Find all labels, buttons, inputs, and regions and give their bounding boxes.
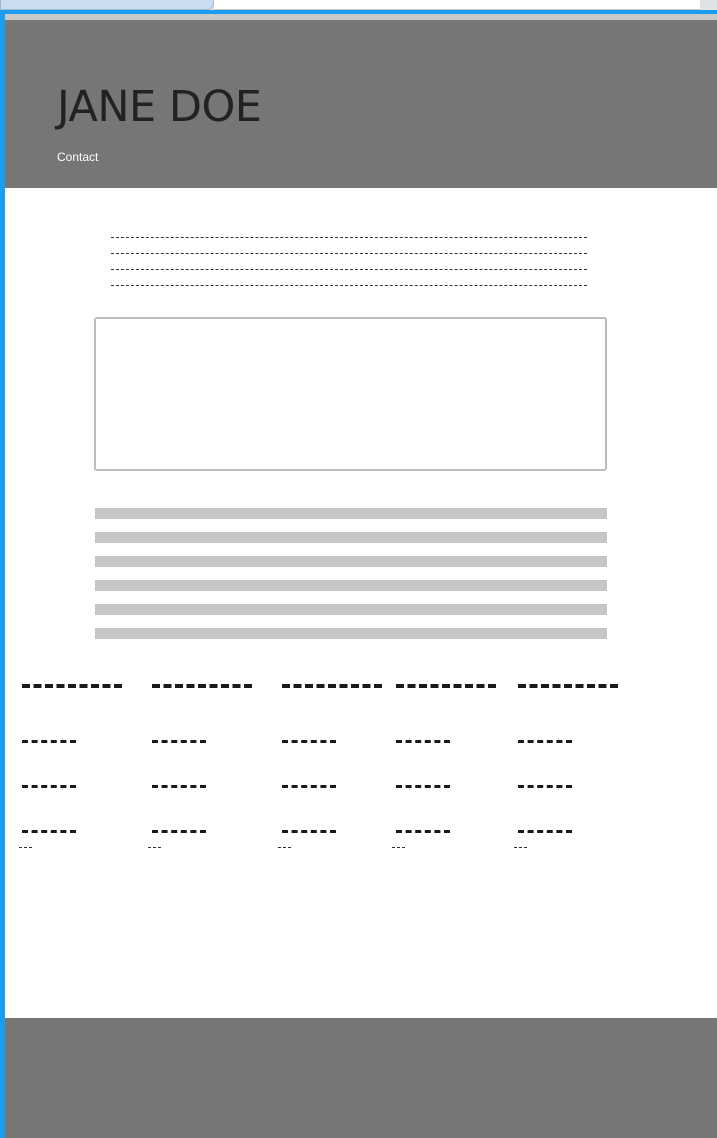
table-note: ----	[392, 847, 405, 849]
site-title: JANE DOE	[57, 82, 262, 132]
table-cell: ----	[282, 830, 336, 836]
placeholder-bars	[95, 508, 607, 652]
column-header: -----	[22, 684, 122, 692]
column-header: -----	[518, 684, 618, 692]
table-note: ----	[514, 847, 527, 849]
browser-tab[interactable]	[0, 0, 214, 10]
placeholder-bar	[95, 532, 607, 543]
table-cell: ----	[518, 740, 572, 746]
placeholder-bar	[95, 556, 607, 567]
table-cell: ----	[396, 830, 450, 836]
intro-text-line: ----------------------------------------…	[111, 249, 587, 265]
site-footer	[5, 1018, 717, 1138]
table-cell: ----	[282, 785, 336, 791]
table-cell: ----	[282, 740, 336, 746]
table-cell: ----	[22, 830, 76, 836]
intro-text-line: ----------------------------------------…	[111, 265, 587, 281]
intro-text-line: ----------------------------------------…	[111, 281, 587, 297]
table-cell: ----	[152, 740, 206, 746]
column-header: -----	[152, 684, 252, 692]
address-bar[interactable]	[214, 0, 700, 10]
table-note: ----	[278, 847, 291, 849]
column-header: -----	[282, 684, 382, 692]
placeholder-bar	[95, 508, 607, 519]
placeholder-bar	[95, 628, 607, 639]
table-cell: ----	[152, 830, 206, 836]
table-cell: ----	[22, 740, 76, 746]
column-header: -----	[396, 684, 496, 692]
content-box	[94, 317, 607, 471]
table-cell: ----	[518, 830, 572, 836]
table-cell: ----	[396, 740, 450, 746]
table-cell: ----	[22, 785, 76, 791]
nav-link-contact[interactable]: Contact	[57, 150, 98, 164]
intro-text: ----------------------------------------…	[111, 233, 587, 297]
placeholder-bar	[95, 604, 607, 615]
table-note: ----	[19, 847, 32, 849]
page-frame: JANE DOE Contact -----------------------…	[0, 10, 717, 1138]
placeholder-bar	[95, 580, 607, 591]
site-header: JANE DOE Contact	[5, 14, 717, 188]
table-cell: ----	[396, 785, 450, 791]
table-cell: ----	[518, 785, 572, 791]
intro-text-line: ----------------------------------------…	[111, 233, 587, 249]
table-cell: ----	[152, 785, 206, 791]
table-note: ----	[148, 847, 161, 849]
